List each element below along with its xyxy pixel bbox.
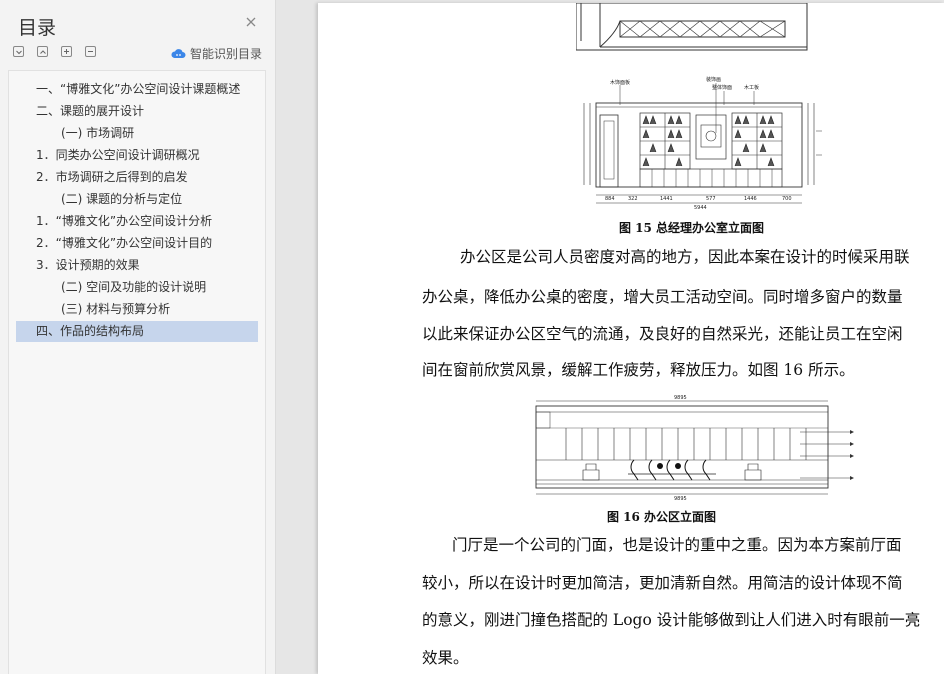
fig15-dim-0: 884 <box>605 196 615 202</box>
figure-16-caption: 图 16 办公区立面图 <box>607 510 717 524</box>
toc-item[interactable]: (二) 空间及功能的设计说明 <box>16 277 258 298</box>
para1-line-1: 办公桌，降低办公桌的密度，增大员工活动空间。同时增多窗户的数量 <box>422 288 903 306</box>
smart-identify-label: 智能识别目录 <box>190 46 263 61</box>
fig15-dim-4: 1446 <box>744 196 757 202</box>
toc-list: 一、“博雅文化”办公空间设计课题概述 二、课题的展开设计 (一) 市场调研 1．同类办… <box>8 70 266 674</box>
expand-all-icon[interactable] <box>37 46 48 57</box>
document-page: 木饰面板 装饰画 整体饰面 木工板 884 322 1441 577 1446 … <box>318 3 944 674</box>
fig15-label-2: 整体饰面 <box>712 84 732 91</box>
toc-item[interactable]: (二) 课题的分析与定位 <box>16 189 258 210</box>
para2-line-0: 门厅是一个公司的门面，也是设计的重中之重。因为本方案前厅面 <box>452 536 902 554</box>
toc-item[interactable]: 1．同类办公空间设计调研概况 <box>16 145 258 166</box>
fig15-dim-3: 577 <box>706 196 716 202</box>
remove-heading-icon[interactable] <box>85 46 96 57</box>
fig15-label-3: 木工板 <box>744 84 759 91</box>
toc-sidebar: 目录 智能识别目录 一、“博雅文化”办公空间设计课题概述 二、课题的展开设计 (一)… <box>0 0 276 674</box>
toc-item[interactable]: 二、课题的展开设计 <box>16 101 258 122</box>
toc-item[interactable]: (三) 材料与预算分析 <box>16 299 258 320</box>
fig15-dim-5: 700 <box>782 196 792 202</box>
window-gutter <box>276 0 318 674</box>
cloud-ai-icon <box>171 48 186 58</box>
toc-item[interactable]: 1．“博雅文化”办公空间设计分析 <box>16 211 258 232</box>
figure-15-caption: 图 15 总经理办公室立面图 <box>619 221 765 235</box>
collapse-all-icon[interactable] <box>13 46 24 57</box>
figure-16-elevation: 9895 9895 <box>535 395 854 502</box>
toc-item[interactable]: (一) 市场调研 <box>16 123 258 144</box>
para1-line-0: 办公区是公司人员密度对高的地方，因此本案在设计的时候采用联 <box>460 248 910 266</box>
toc-item[interactable]: 3．设计预期的效果 <box>16 255 258 276</box>
para2-line-1: 较小，所以在设计时更加简洁，更加清新自然。用简洁的设计体现不简 <box>422 574 903 592</box>
para2-line-2: 的意义，刚进门撞色搭配的 Logo 设计能够做到让人们进入时有眼前一亮 <box>422 611 921 629</box>
sidebar-title: 目录 <box>18 17 57 39</box>
toc-item[interactable]: 2．“博雅文化”办公空间设计目的 <box>16 233 258 254</box>
smart-identify-toc-button[interactable]: 智能识别目录 <box>171 45 262 61</box>
para1-line-3: 间在窗前欣赏风景，缓解工作疲劳，释放压力。如图 16 所示。 <box>422 361 855 379</box>
fig15-dim-2: 1441 <box>660 196 673 202</box>
add-heading-icon[interactable] <box>61 46 72 57</box>
figure-15-elevation: 木饰面板 装饰画 整体饰面 木工板 884 322 1441 577 1446 … <box>583 76 822 210</box>
fig15-label-0: 木饰面板 <box>610 79 630 86</box>
close-icon[interactable] <box>244 15 258 29</box>
toc-item[interactable]: 四、作品的结构布局 <box>16 321 258 342</box>
fig15-dim-1: 322 <box>628 196 638 202</box>
fig15-dim-total: 5944 <box>694 205 707 210</box>
para1-line-2: 以此来保证办公区空气的流通，及良好的自然采光，还能让员工在空闲 <box>422 325 903 343</box>
fig16-dim-top: 9895 <box>674 395 687 401</box>
toc-item[interactable]: 一、“博雅文化”办公空间设计课题概述 <box>16 79 258 100</box>
toc-item[interactable]: 2．市场调研之后得到的启发 <box>16 167 258 188</box>
para2-line-3: 效果。 <box>422 649 469 667</box>
floor-plan-fragment <box>576 3 808 51</box>
fig15-label-1: 装饰画 <box>706 76 721 83</box>
fig16-dim-bottom: 9895 <box>674 496 687 502</box>
